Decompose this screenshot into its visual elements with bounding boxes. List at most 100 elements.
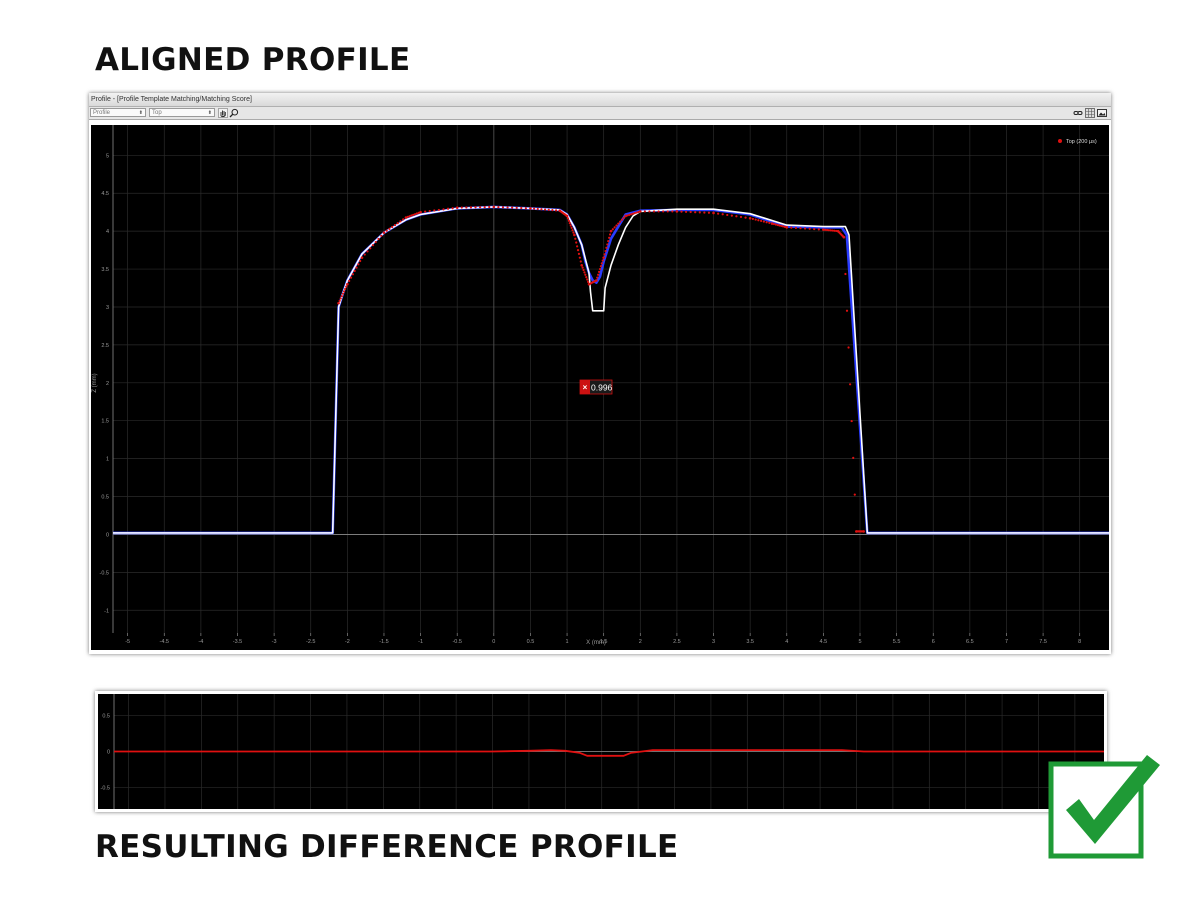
template-point xyxy=(703,211,706,214)
template-point xyxy=(853,493,856,496)
template-point xyxy=(595,279,598,282)
template-point xyxy=(575,241,578,244)
template-point xyxy=(754,218,757,221)
template-point xyxy=(607,240,610,243)
top-select[interactable]: Top ⬍ xyxy=(149,108,215,117)
template-point xyxy=(583,271,586,274)
template-point xyxy=(551,209,554,212)
template-point xyxy=(460,206,463,209)
template-point xyxy=(666,210,669,213)
template-point xyxy=(346,282,349,286)
template-point xyxy=(469,206,473,209)
template-point xyxy=(707,211,711,214)
template-point xyxy=(349,276,353,279)
template-point xyxy=(574,237,577,240)
template-point xyxy=(455,206,459,209)
grid-icon[interactable] xyxy=(1085,108,1095,118)
template-point xyxy=(442,208,445,211)
window-toolbar: Profile ⬍ Top ⬍ xyxy=(89,107,1111,120)
template-point xyxy=(511,206,514,209)
template-point xyxy=(760,219,763,223)
difference-profile-heading: RESULTING DIFFERENCE PROFILE xyxy=(95,829,679,865)
template-point xyxy=(744,216,747,219)
x-tick-label: 6 xyxy=(932,639,935,645)
template-point xyxy=(351,273,354,276)
template-point xyxy=(547,208,550,211)
template-point xyxy=(369,247,372,250)
x-tick-label: 3.5 xyxy=(746,639,754,645)
template-point xyxy=(377,237,380,241)
x-tick-label: -2.5 xyxy=(306,639,315,645)
template-point xyxy=(357,263,360,266)
template-point xyxy=(492,205,496,209)
template-point xyxy=(643,210,646,213)
x-tick-label: 0 xyxy=(492,639,495,645)
template-point xyxy=(845,309,849,312)
profile-select[interactable]: Profile ⬍ xyxy=(90,108,146,117)
template-point xyxy=(566,217,570,220)
template-point xyxy=(638,210,642,213)
template-point xyxy=(712,211,715,215)
template-point xyxy=(344,287,347,291)
y-tick-label: 4.5 xyxy=(101,191,109,197)
hand-icon[interactable] xyxy=(218,108,228,118)
template-point xyxy=(606,243,609,246)
aligned-profile-heading: ALIGNED PROFILE xyxy=(95,42,411,78)
x-tick-label: 1 xyxy=(566,639,569,645)
x-tick-label: -0.5 xyxy=(452,639,461,645)
template-point xyxy=(611,228,614,231)
difference-profile-chart[interactable]: 0.5 0 -0.5 xyxy=(98,694,1104,809)
template-point xyxy=(388,227,391,230)
y-tick-label: -0.5 xyxy=(101,785,110,791)
template-point xyxy=(652,210,656,213)
y-tick-label: 3 xyxy=(106,305,109,311)
template-point xyxy=(576,245,579,248)
link-icon[interactable] xyxy=(1073,108,1083,118)
template-point xyxy=(353,269,356,273)
template-point xyxy=(717,212,720,215)
template-point xyxy=(862,530,865,533)
template-point xyxy=(337,301,340,305)
legend-swatch xyxy=(1058,139,1062,143)
template-point xyxy=(341,292,345,295)
template-point xyxy=(515,206,518,209)
template-point xyxy=(536,207,539,211)
template-point xyxy=(680,210,683,213)
template-point xyxy=(765,221,768,224)
template-point xyxy=(730,214,733,217)
profile-select-value: Profile xyxy=(93,110,111,116)
template-point xyxy=(776,223,779,227)
template-point xyxy=(572,231,575,234)
y-tick-label: 3.5 xyxy=(101,267,109,273)
template-point xyxy=(424,210,427,213)
template-point xyxy=(360,256,364,259)
x-tick-label: 2.5 xyxy=(673,639,681,645)
template-point xyxy=(772,222,776,226)
template-point xyxy=(573,233,576,237)
template-point xyxy=(355,266,358,269)
select-arrow-icon: ⬍ xyxy=(207,110,212,116)
template-point xyxy=(799,227,802,230)
template-point xyxy=(596,276,599,279)
template-point xyxy=(808,227,811,230)
template-point xyxy=(587,280,590,283)
match-score-badge[interactable]: × 0.996 xyxy=(579,379,613,395)
screenshot-icon[interactable] xyxy=(1097,108,1107,118)
y-tick-label: 0.5 xyxy=(102,714,110,720)
template-point xyxy=(751,217,754,221)
x-tick-label: -4.5 xyxy=(160,639,169,645)
x-tick-label: 5 xyxy=(858,639,861,645)
template-point xyxy=(568,221,571,225)
template-point xyxy=(374,240,377,244)
template-point xyxy=(501,206,505,209)
aligned-profile-chart[interactable]: -1 -0.5 0 0.5 1 1.5 2 2.5 3 3.5 4 4.5 5 -5 -4.5 -4 -3.5 -… xyxy=(91,125,1109,650)
x-tick-label: 6.5 xyxy=(966,639,974,645)
search-icon[interactable] xyxy=(229,108,239,118)
template-point xyxy=(622,216,625,219)
template-point xyxy=(488,205,491,209)
template-point xyxy=(609,229,613,233)
y-tick-label: 4 xyxy=(106,229,109,235)
template-point xyxy=(721,213,724,216)
template-point xyxy=(648,210,651,213)
template-point xyxy=(570,226,573,229)
